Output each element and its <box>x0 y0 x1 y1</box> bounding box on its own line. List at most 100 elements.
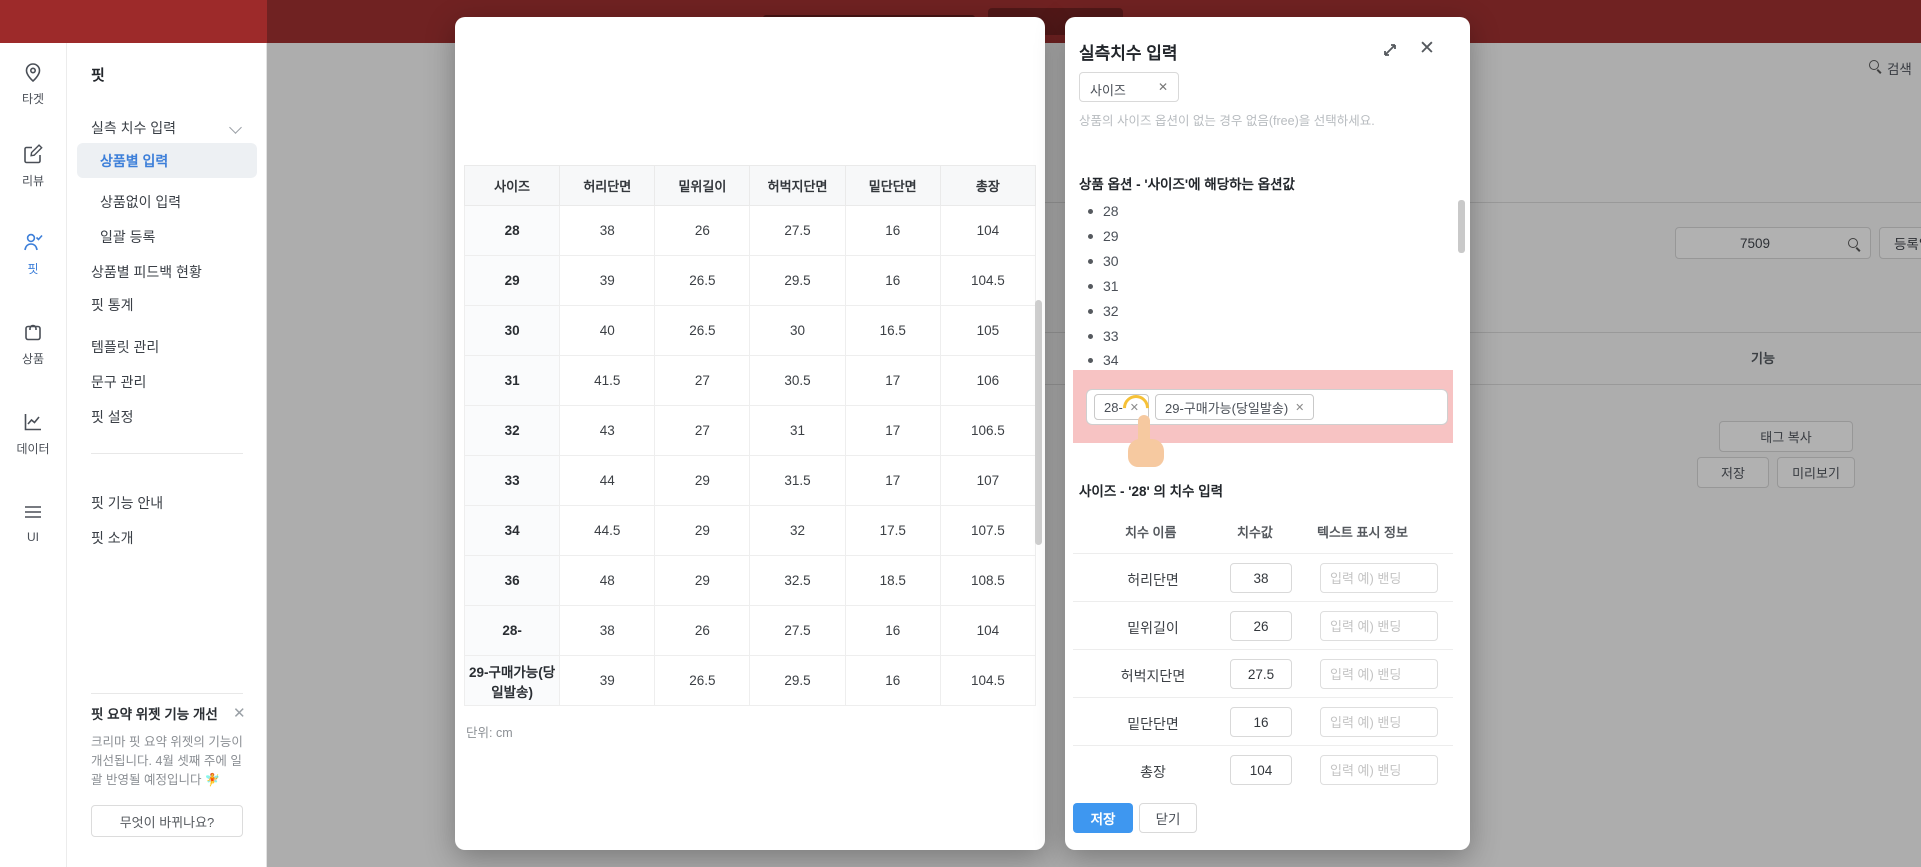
sidebar-item[interactable]: 핏 기능 안내 <box>91 493 163 513</box>
rail-item-UI[interactable]: UI <box>0 500 66 544</box>
measure-name: 밑위길이 <box>1127 620 1179 636</box>
size-cell: 32 <box>463 405 561 456</box>
measure-value-input[interactable] <box>1230 659 1292 689</box>
measure-cell: 26 <box>654 205 751 256</box>
option-value: 29 <box>1088 228 1119 244</box>
sidebar-item[interactable]: 일괄 등록 <box>100 227 155 247</box>
rail-item-상품[interactable]: 상품 <box>0 320 66 367</box>
measure-text-input[interactable] <box>1320 755 1438 785</box>
measure-col-name: 치수 이름 <box>1125 525 1177 540</box>
size-table-header: 밑단단면 <box>844 165 941 206</box>
measure-cell: 107.5 <box>939 505 1037 556</box>
save-button[interactable]: 저장 <box>1073 803 1133 833</box>
measure-text-input[interactable] <box>1320 707 1438 737</box>
measure-value-input[interactable] <box>1230 707 1292 737</box>
measure-cell: 32.5 <box>749 555 846 606</box>
size-filter-remove-icon[interactable]: ✕ <box>1158 80 1168 94</box>
option-value: 33 <box>1088 328 1119 344</box>
sidebar-item[interactable]: 핏 소개 <box>91 528 134 548</box>
measure-cell: 30.5 <box>749 355 846 406</box>
sidebar-item[interactable]: 핏 통계 <box>91 295 134 315</box>
size-cell: 29-구매가능(당일발송) <box>463 655 561 706</box>
data-chart-icon <box>0 410 66 436</box>
measure-cell: 106 <box>939 355 1037 406</box>
measure-text-input[interactable] <box>1320 611 1438 641</box>
panel-title: 실측치수 입력 <box>1079 44 1178 63</box>
size-table-row: 36 48 29 32.5 18.5 108.5 <box>463 555 1037 606</box>
modal-scrollbar[interactable] <box>1035 300 1042 545</box>
sidebar-divider <box>91 453 243 454</box>
close-icon[interactable]: ✕ <box>1419 37 1435 60</box>
sidebar-item[interactable]: 상품별 입력 <box>77 143 257 178</box>
measure-cell: 17 <box>844 455 941 506</box>
measure-cell: 41.5 <box>559 355 656 406</box>
measure-text-input[interactable] <box>1320 659 1438 689</box>
rail-item-리뷰[interactable]: 리뷰 <box>0 142 66 189</box>
measure-value-input[interactable] <box>1230 563 1292 593</box>
size-table-header: 사이즈 <box>463 165 561 206</box>
size-table-row: 34 44.5 29 32 17.5 107.5 <box>463 505 1037 556</box>
measure-col-value: 치수값 <box>1237 525 1273 540</box>
close-button[interactable]: 닫기 <box>1139 803 1197 833</box>
product-bag-icon <box>0 320 66 346</box>
rail-item-타겟[interactable]: 타겟 <box>0 60 66 107</box>
size-table-row: 29-구매가능(당일발송) 39 26.5 29.5 16 104.5 <box>463 655 1037 706</box>
option-value: 32 <box>1088 303 1119 319</box>
measure-cell: 29.5 <box>749 255 846 306</box>
size-table-header: 밑위길이 <box>654 165 751 206</box>
measure-cell: 18.5 <box>844 555 941 606</box>
measure-value-input[interactable] <box>1230 611 1292 641</box>
size-table-row: 33 44 29 31.5 17 107 <box>463 455 1037 506</box>
sidebar-item[interactable]: 상품없이 입력 <box>100 192 181 212</box>
rail-item-데이터[interactable]: 데이터 <box>0 410 66 457</box>
unit-label: 단위: cm <box>466 726 513 740</box>
measure-col-text: 텍스트 표시 정보 <box>1317 525 1408 540</box>
measure-cell: 39 <box>559 255 656 306</box>
measure-cell: 17 <box>844 405 941 456</box>
size-cell: 28 <box>463 205 561 256</box>
size-cell: 36 <box>463 555 561 606</box>
sidebar-item[interactable]: 상품별 피드백 현황 <box>91 262 202 282</box>
rail-item-핏[interactable]: 핏 <box>0 230 66 277</box>
measure-cell: 38 <box>559 205 656 256</box>
size-measure-heading: 사이즈 - '28' 의 치수 입력 <box>1079 484 1224 499</box>
notice-close-icon[interactable]: ✕ <box>233 704 246 722</box>
sidebar-item[interactable]: 템플릿 관리 <box>91 337 159 357</box>
measure-text-input[interactable] <box>1320 563 1438 593</box>
size-cell: 28- <box>463 605 561 656</box>
size-cell: 30 <box>463 305 561 356</box>
size-filter-tag[interactable]: 사이즈 ✕ <box>1079 72 1179 102</box>
measure-cell: 27.5 <box>749 605 846 656</box>
size-chart-table: 사이즈 허리단면 밑위길이 허벅지단면 밑단단면 총장 28 38 26 27.5 16 104 29 3… <box>463 165 1037 706</box>
measure-cell: 105 <box>939 305 1037 356</box>
app-icon-rail: 타겟리뷰핏상품데이터 UI <box>0 43 67 867</box>
measure-cell: 44.5 <box>559 505 656 556</box>
measure-name: 허벅지단면 <box>1120 668 1186 684</box>
chip-remove-icon[interactable]: ✕ <box>1295 401 1304 414</box>
measure-cell: 40 <box>559 305 656 356</box>
measure-cell: 108.5 <box>939 555 1037 606</box>
sidebar-item[interactable]: 문구 관리 <box>91 372 146 392</box>
measure-row: 허리단면 <box>1073 553 1453 601</box>
measure-cell: 27.5 <box>749 205 846 256</box>
notice-whats-changed-button[interactable]: 무엇이 바뀌나요? <box>91 805 243 837</box>
sidebar-item[interactable]: 핏 설정 <box>91 407 134 427</box>
measure-name: 밑단단면 <box>1127 716 1179 732</box>
selected-size-chip[interactable]: 29-구매가능(당일발송) ✕ <box>1155 394 1315 420</box>
expand-icon[interactable] <box>1381 41 1399 59</box>
sidebar-item[interactable]: 실측 치수 입력 <box>91 118 176 138</box>
measure-row: 허벅지단면 <box>1073 649 1453 697</box>
measure-cell: 26.5 <box>654 305 751 356</box>
fit-sidebar: 핏 실측 치수 입력상품별 입력상품없이 입력일괄 등록상품별 피드백 현황핏 … <box>67 43 267 867</box>
size-cell: 33 <box>463 455 561 506</box>
measure-cell: 106.5 <box>939 405 1037 456</box>
measure-value-input[interactable] <box>1230 755 1292 785</box>
sidebar-title: 핏 <box>91 67 105 84</box>
size-filter-label: 사이즈 <box>1090 83 1126 98</box>
panel-scrollbar[interactable] <box>1458 200 1465 253</box>
option-value: 28 <box>1088 203 1119 219</box>
size-table-header: 총장 <box>939 165 1037 206</box>
notice-body: 크리마 핏 요약 위젯의 기능이 개선됩니다. 4월 셋째 주에 일괄 반영될 … <box>91 735 243 787</box>
measure-cell: 104.5 <box>939 255 1037 306</box>
size-table-row: 31 41.5 27 30.5 17 106 <box>463 355 1037 406</box>
